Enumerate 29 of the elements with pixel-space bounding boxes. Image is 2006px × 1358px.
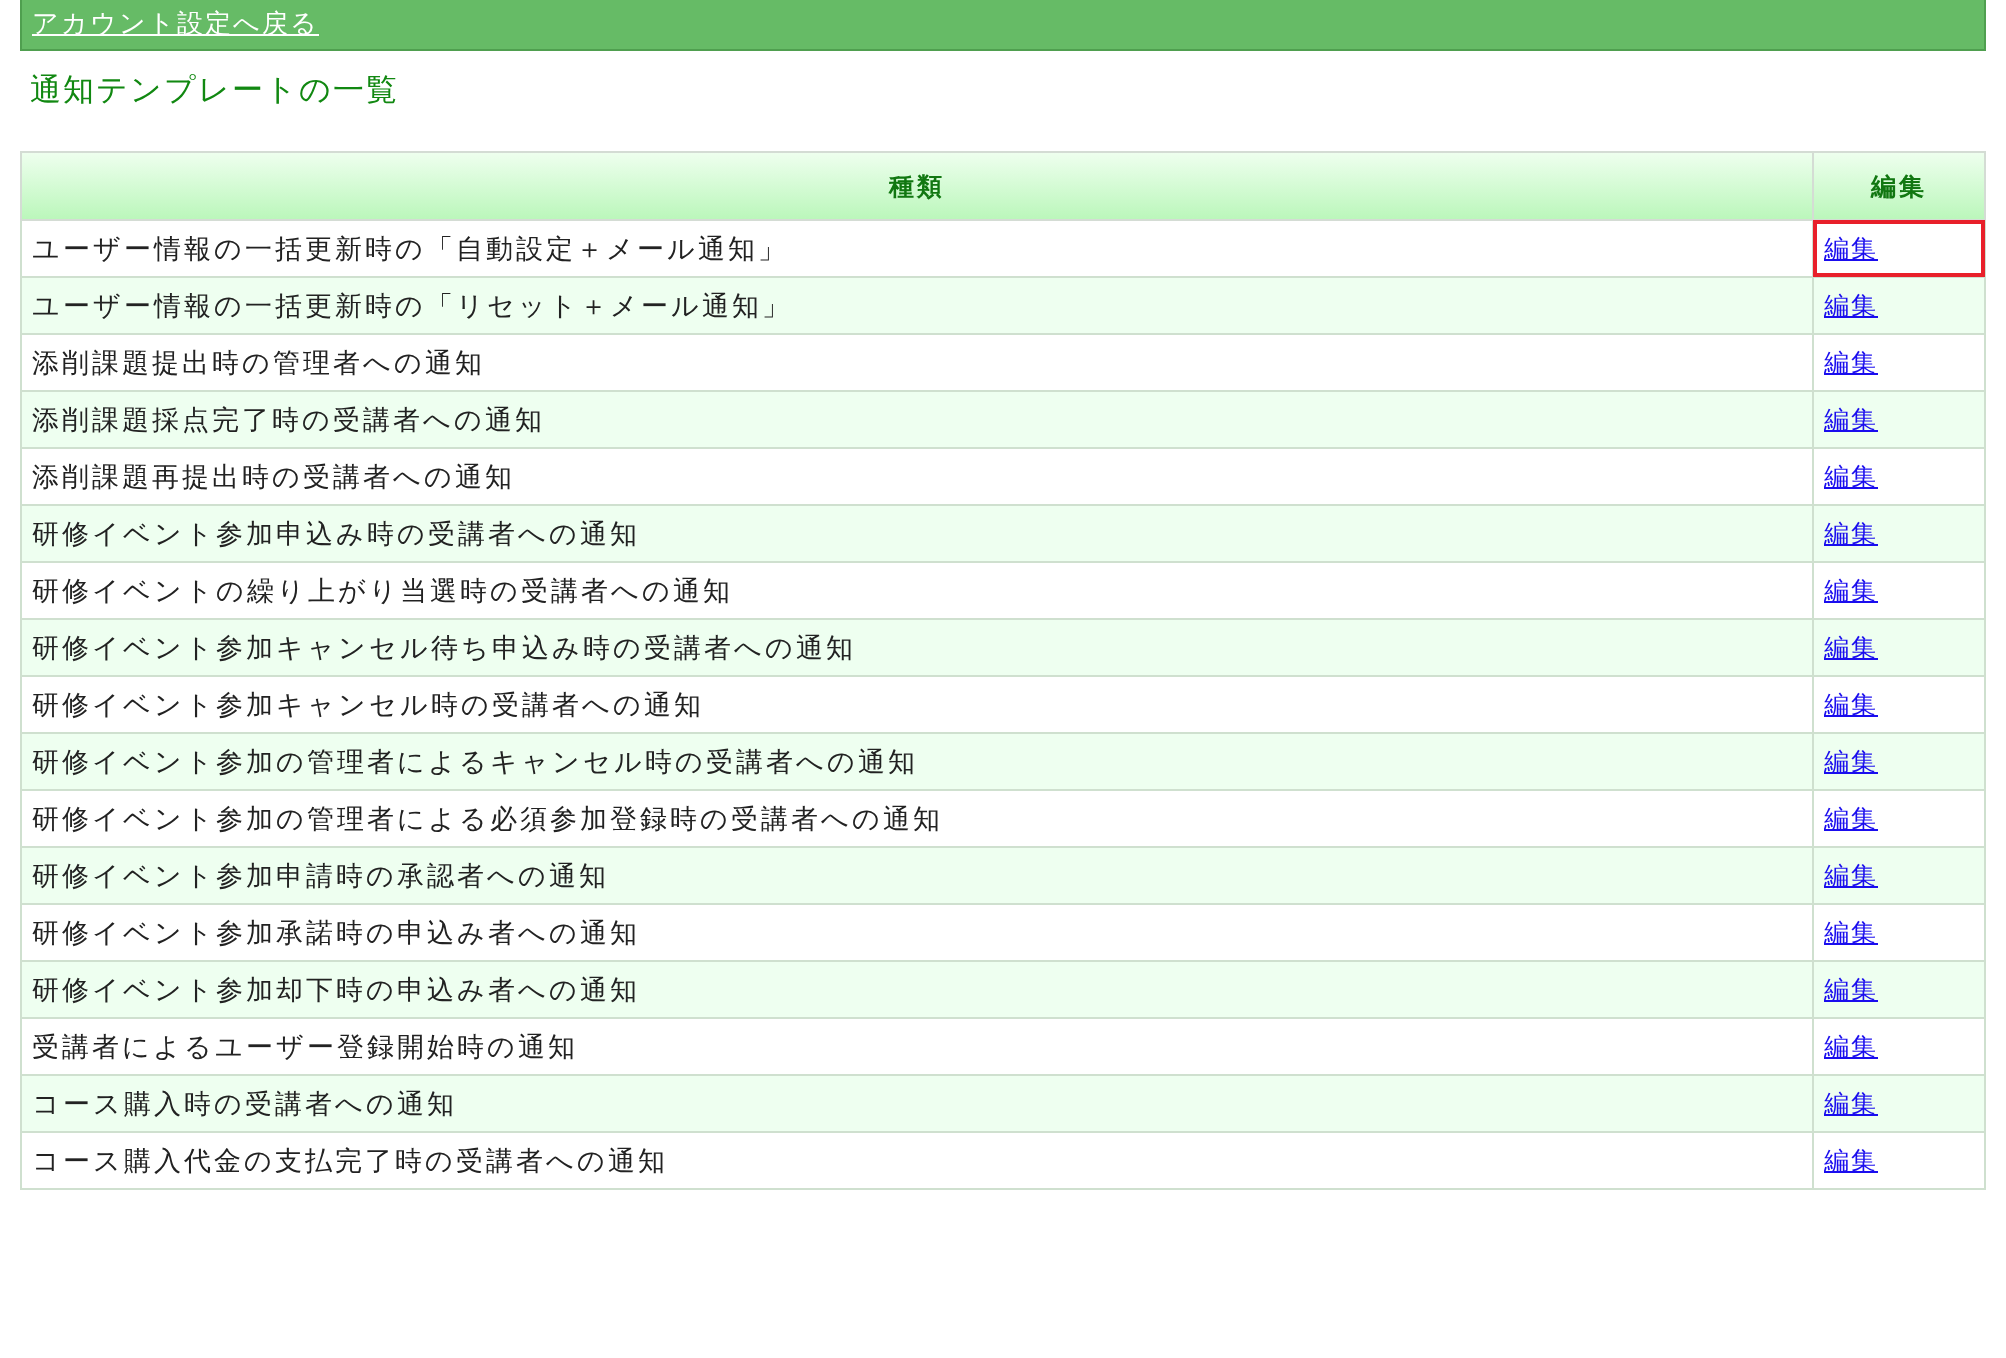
- edit-link[interactable]: 編集: [1824, 804, 1878, 833]
- table-cell: 研修イベント参加却下時の申込み者への通知: [21, 961, 1813, 1018]
- page-heading: 通知テンプレートの一覧: [30, 70, 399, 109]
- edit-link[interactable]: 編集: [1824, 291, 1878, 320]
- edit-link[interactable]: 編集: [1824, 975, 1878, 1004]
- edit-link[interactable]: 編集: [1824, 576, 1878, 605]
- edit-link[interactable]: 編集: [1824, 348, 1878, 377]
- table-cell: コース購入代金の支払完了時の受講者への通知: [21, 1132, 1813, 1189]
- edit-link[interactable]: 編集: [1824, 690, 1878, 719]
- edit-link[interactable]: 編集: [1824, 918, 1878, 947]
- table-cell: コース購入時の受講者への通知: [21, 1075, 1813, 1132]
- column-header: 編集: [1813, 152, 1985, 220]
- edit-link[interactable]: 編集: [1824, 1032, 1878, 1061]
- edit-link[interactable]: 編集: [1824, 462, 1878, 491]
- edit-link[interactable]: 編集: [1824, 861, 1878, 890]
- edit-link[interactable]: 編集: [1824, 1146, 1878, 1175]
- edit-link[interactable]: 編集: [1824, 747, 1878, 776]
- table-cell: 研修イベント参加キャンセル待ち申込み時の受講者への通知: [21, 619, 1813, 676]
- table-cell: 研修イベント参加申込み時の受講者への通知: [21, 505, 1813, 562]
- table-cell: ユーザー情報の一括更新時の「リセット＋メール通知」: [21, 277, 1813, 334]
- edit-link[interactable]: 編集: [1824, 234, 1878, 263]
- column-header: 種類: [21, 152, 1813, 220]
- table-cell: 添削課題採点完了時の受講者への通知: [21, 391, 1813, 448]
- edit-link[interactable]: 編集: [1824, 405, 1878, 434]
- table-cell: 研修イベント参加の管理者によるキャンセル時の受講者への通知: [21, 733, 1813, 790]
- table-cell: 研修イベント参加申請時の承認者への通知: [21, 847, 1813, 904]
- edit-link[interactable]: 編集: [1824, 519, 1878, 548]
- edit-link[interactable]: 編集: [1824, 633, 1878, 662]
- edit-link[interactable]: 編集: [1824, 1089, 1878, 1118]
